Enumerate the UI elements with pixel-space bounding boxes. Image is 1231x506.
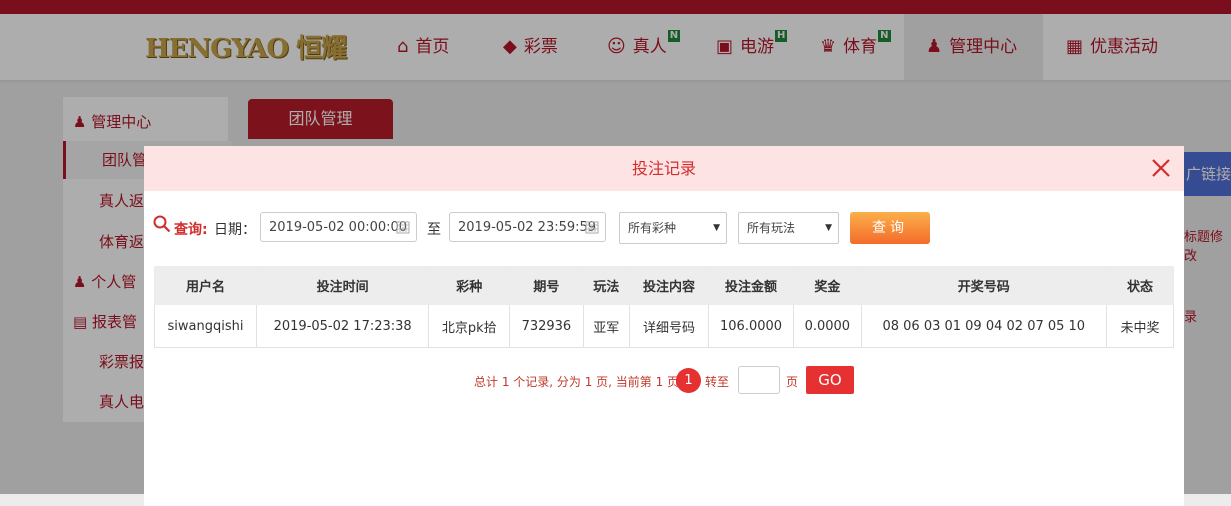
cell-draw-numbers: 08 06 03 01 09 04 02 07 05 10 bbox=[860, 304, 1108, 348]
caret-down-icon: ▼ bbox=[713, 223, 720, 233]
page-unit-label: 页 bbox=[786, 375, 799, 389]
cell-username: siwangqishi bbox=[154, 304, 257, 348]
goto-page-input[interactable] bbox=[738, 366, 780, 394]
close-icon[interactable] bbox=[1150, 157, 1172, 179]
play-type-value: 所有玩法 bbox=[747, 221, 796, 235]
caret-down-icon: ▼ bbox=[825, 223, 832, 233]
cell-bet-time: 2019-05-02 17:23:38 bbox=[255, 304, 430, 348]
end-date-value: 2019-05-02 23:59:59 bbox=[458, 220, 597, 235]
play-type-select[interactable]: 所有玩法 ▼ bbox=[738, 212, 839, 244]
go-button[interactable]: GO bbox=[806, 366, 854, 394]
page-button-current[interactable]: 1 bbox=[676, 368, 701, 393]
col-header-issue: 期号 bbox=[509, 266, 584, 305]
col-header-amount: 投注金额 bbox=[707, 266, 795, 305]
detail-numbers-link[interactable]: 详细号码 bbox=[628, 304, 709, 348]
cell-issue: 732936 bbox=[509, 304, 584, 348]
col-header-content: 投注内容 bbox=[628, 266, 709, 305]
calendar-icon bbox=[396, 221, 410, 234]
bet-record-modal: 投注记录 查询: 日期： 2019-05-02 00:00:00 至 2019-… bbox=[144, 146, 1184, 506]
modal-header: 投注记录 bbox=[144, 146, 1184, 191]
pagination: 总计 1 个记录, 分为 1 页, 当前第 1 页 1 转至 页 GO bbox=[144, 366, 1184, 396]
start-date-value: 2019-05-02 00:00:00 bbox=[269, 220, 408, 235]
table-row: siwangqishi 2019-05-02 17:23:38 北京pk拾 73… bbox=[154, 304, 1174, 348]
end-date-input[interactable]: 2019-05-02 23:59:59 bbox=[449, 212, 606, 242]
col-header-bet-time: 投注时间 bbox=[255, 266, 430, 305]
cell-status: 未中奖 bbox=[1106, 304, 1174, 348]
cell-play: 亚军 bbox=[582, 304, 630, 348]
query-button[interactable]: 查询 bbox=[850, 212, 930, 244]
calendar-icon bbox=[585, 221, 599, 234]
col-header-draw-numbers: 开奖号码 bbox=[860, 266, 1108, 305]
col-header-lottery: 彩种 bbox=[428, 266, 511, 305]
lottery-type-value: 所有彩种 bbox=[628, 221, 677, 235]
pager-summary: 总计 1 个记录, 分为 1 页, 当前第 1 页 bbox=[474, 375, 680, 389]
bet-records-table: 用户名 投注时间 彩种 期号 玩法 投注内容 投注金额 奖金 开奖号码 状态 s… bbox=[154, 266, 1174, 348]
to-label: 至 bbox=[427, 222, 441, 238]
lottery-type-select[interactable]: 所有彩种 ▼ bbox=[619, 212, 727, 244]
modal-title: 投注记录 bbox=[631, 159, 696, 178]
goto-label: 转至 bbox=[705, 375, 730, 389]
start-date-input[interactable]: 2019-05-02 00:00:00 bbox=[260, 212, 417, 242]
search-icon bbox=[153, 215, 171, 237]
col-header-status: 状态 bbox=[1106, 266, 1174, 305]
table-header-row: 用户名 投注时间 彩种 期号 玩法 投注内容 投注金额 奖金 开奖号码 状态 bbox=[154, 266, 1174, 305]
cell-amount: 106.0000 bbox=[707, 304, 795, 348]
col-header-username: 用户名 bbox=[154, 266, 257, 305]
date-label: 日期： bbox=[214, 222, 256, 238]
cell-lottery: 北京pk拾 bbox=[428, 304, 511, 348]
query-label: 查询: bbox=[174, 222, 208, 238]
cell-prize: 0.0000 bbox=[793, 304, 862, 348]
col-header-play: 玩法 bbox=[582, 266, 630, 305]
col-header-prize: 奖金 bbox=[793, 266, 862, 305]
